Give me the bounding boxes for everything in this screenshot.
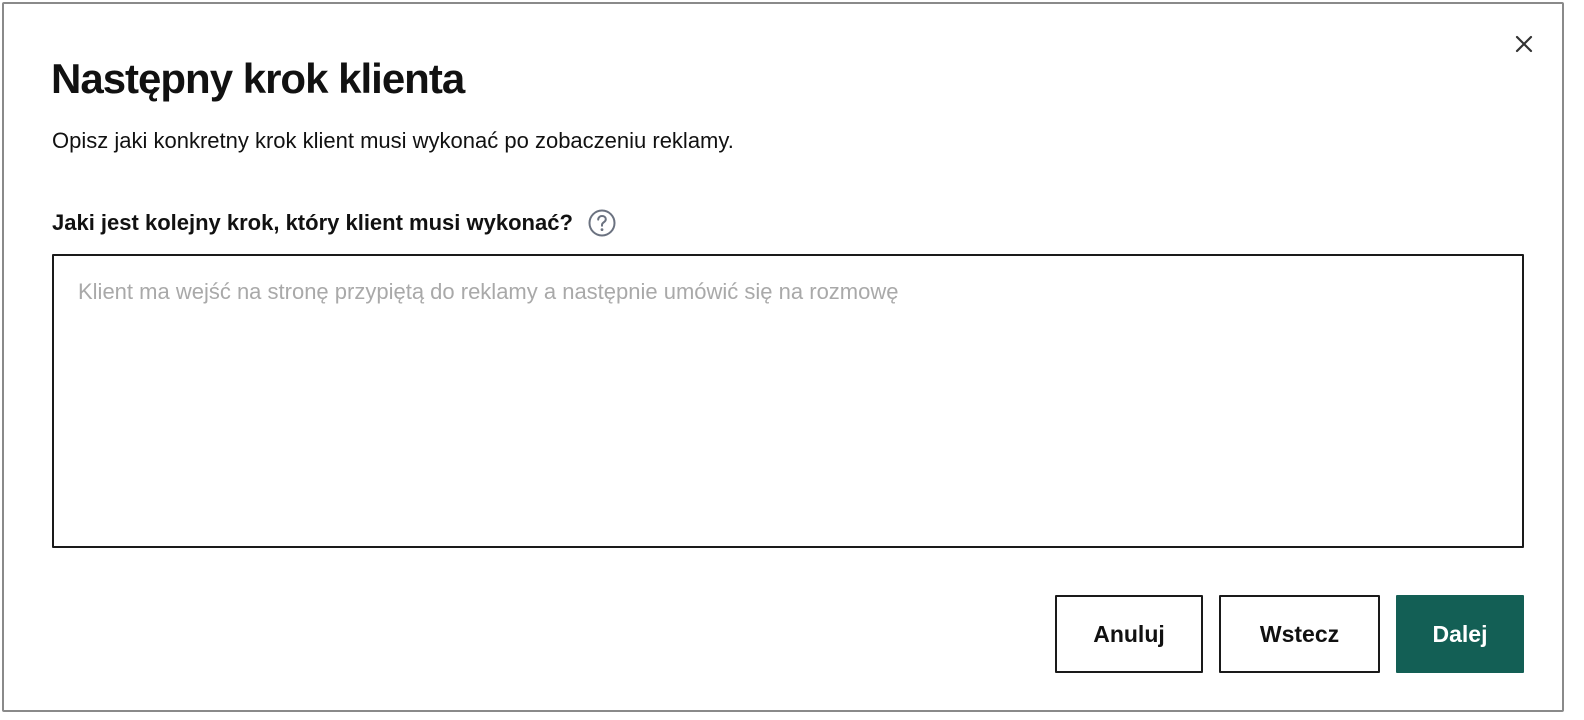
field-label: Jaki jest kolejny krok, który klient mus… <box>52 210 573 235</box>
close-button[interactable] <box>1510 30 1538 58</box>
dialog-subtitle: Opisz jaki konkretny krok klient musi wy… <box>52 128 734 153</box>
back-button[interactable]: Wstecz <box>1219 595 1380 673</box>
question-circle-icon[interactable] <box>587 208 617 238</box>
dialog: Następny krok klienta Opisz jaki konkret… <box>2 2 1564 712</box>
next-step-textarea[interactable] <box>52 254 1524 548</box>
close-icon <box>1515 35 1533 53</box>
field-label-row: Jaki jest kolejny krok, który klient mus… <box>52 204 617 242</box>
cancel-button[interactable]: Anuluj <box>1055 595 1203 673</box>
next-button[interactable]: Dalej <box>1396 595 1524 673</box>
dialog-title: Następny krok klienta <box>51 55 465 102</box>
